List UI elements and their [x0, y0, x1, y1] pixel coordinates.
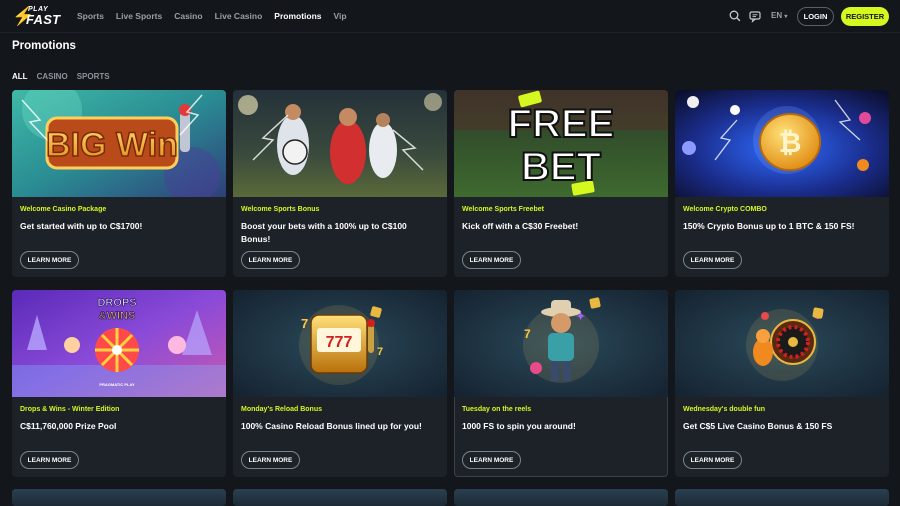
drops-text: DROPS: [97, 297, 136, 309]
learn-more-button[interactable]: LEARN MORE: [462, 451, 521, 469]
promo-card[interactable]: Welcome Sports Bonus Boost your bets wit…: [233, 90, 447, 277]
nav-live-sports[interactable]: Live Sports: [116, 10, 162, 22]
promo-card[interactable]: BIG Win Welcome Casino Package Get start…: [12, 90, 226, 277]
main-nav: Sports Live Sports Casino Live Casino Pr…: [77, 10, 359, 22]
big-win-slot-image: BIG Win: [12, 90, 226, 197]
learn-more-button[interactable]: LEARN MORE: [20, 451, 79, 469]
nav-vip[interactable]: Vip: [334, 10, 347, 22]
nav-casino[interactable]: Casino: [174, 10, 202, 22]
promo-card[interactable]: Wednesday's double fun Get C$5 Live Casi…: [675, 290, 889, 477]
language-selector[interactable]: EN ▾: [771, 10, 787, 23]
drops-wins-image: DROPS &WINS PRAGMATIC PLAY: [12, 290, 226, 397]
card-title: Kick off with a C$30 Freebet!: [462, 221, 579, 231]
bet-text: BET: [521, 145, 601, 189]
chevron-down-icon: ▾: [784, 14, 788, 20]
promo-image-partial: [454, 489, 668, 506]
promo-card-partial[interactable]: [454, 489, 668, 506]
filter-casino[interactable]: CASINO: [37, 72, 68, 82]
football-players-image: [233, 90, 447, 197]
wins-text: &WINS: [99, 310, 136, 322]
card-tag: Wednesday's double fun: [683, 406, 766, 413]
page-title: Promotions: [12, 40, 76, 52]
card-tag: Tuesday on the reels: [462, 406, 532, 413]
svg-text:7: 7: [377, 346, 383, 358]
pragmatic-play-text: PRAGMATIC PLAY: [99, 382, 135, 387]
svg-text:7: 7: [301, 316, 308, 331]
login-button[interactable]: LOGIN: [797, 7, 834, 26]
svg-text:✦: ✦: [576, 311, 585, 323]
card-title: 1000 FS to spin you around!: [462, 421, 576, 431]
learn-more-button[interactable]: LEARN MORE: [20, 251, 79, 269]
triple-seven-text: 777: [326, 334, 353, 351]
card-title: C$11,760,000 Prize Pool: [20, 421, 117, 431]
card-tag: Welcome Crypto COMBO: [683, 206, 767, 213]
promo-card[interactable]: 7 ✦ Tuesday on the reels 1000 FS to spin…: [454, 290, 668, 477]
learn-more-button[interactable]: LEARN MORE: [683, 451, 742, 469]
slot-machine-image: 777 7 7: [233, 290, 447, 397]
language-label: EN: [771, 11, 783, 20]
learn-more-button[interactable]: LEARN MORE: [683, 251, 742, 269]
top-header: ⚡ PLAY FAST Sports Live Sports Casino Li…: [0, 0, 900, 33]
free-text: FREE: [508, 102, 615, 146]
learn-more-button[interactable]: LEARN MORE: [241, 451, 300, 469]
register-button[interactable]: REGISTER: [841, 7, 889, 26]
card-tag: Welcome Casino Package: [20, 206, 107, 213]
promo-image-partial: [12, 489, 226, 506]
promo-image-partial: [233, 489, 447, 506]
card-tag: Drops & Wins - Winter Edition: [20, 406, 120, 413]
svg-text:₿: ₿: [779, 127, 802, 158]
promo-filters: ALL CASINO SPORTS: [12, 72, 119, 82]
promo-card[interactable]: ₿ Welcome Crypto COMBO 150% Crypto Bonus…: [675, 90, 889, 277]
card-title: 100% Casino Reload Bonus lined up for yo…: [241, 421, 422, 431]
learn-more-button[interactable]: LEARN MORE: [241, 251, 300, 269]
filter-all[interactable]: ALL: [12, 72, 28, 82]
learn-more-button[interactable]: LEARN MORE: [462, 251, 521, 269]
promo-card-partial[interactable]: [12, 489, 226, 506]
filter-sports[interactable]: SPORTS: [77, 72, 110, 82]
card-tag: Monday's Reload Bonus: [241, 406, 323, 413]
card-title: Boost your bets with a 100% up to C$100 …: [241, 221, 407, 244]
promo-card[interactable]: DROPS &WINS PRAGMATIC PLAY Drops & Wins …: [12, 290, 226, 477]
big-win-text: BIG Win: [46, 126, 178, 164]
cowboy-character-image: 7 ✦: [454, 290, 668, 397]
card-tag: Welcome Sports Freebet: [462, 206, 544, 213]
promo-image-partial: [675, 489, 889, 506]
playfast-logo[interactable]: ⚡ PLAY FAST: [12, 5, 72, 27]
promo-card[interactable]: 777 7 7 Monday's Reload Bonus 100% Casin…: [233, 290, 447, 477]
card-title: Get started with up to C$1700!: [20, 221, 143, 231]
logo-text-bottom: FAST: [26, 12, 61, 27]
free-bet-image: FREE BET: [454, 90, 668, 197]
card-title: Get C$5 Live Casino Bonus & 150 FS: [683, 421, 833, 431]
promo-card-partial[interactable]: [233, 489, 447, 506]
nav-live-casino[interactable]: Live Casino: [215, 10, 263, 22]
search-icon[interactable]: [728, 9, 742, 23]
card-tag: Welcome Sports Bonus: [241, 206, 320, 213]
roulette-wheel-image: [675, 290, 889, 397]
chat-icon[interactable]: [748, 9, 762, 23]
promo-card[interactable]: FREE BET Welcome Sports Freebet Kick off…: [454, 90, 668, 277]
nav-sports[interactable]: Sports: [77, 10, 104, 22]
card-title: 150% Crypto Bonus up to 1 BTC & 150 FS!: [683, 221, 855, 231]
bitcoin-coin-image: ₿: [675, 90, 889, 197]
nav-promotions[interactable]: Promotions: [274, 10, 321, 22]
svg-text:7: 7: [524, 327, 531, 341]
promo-card-partial[interactable]: [675, 489, 889, 506]
